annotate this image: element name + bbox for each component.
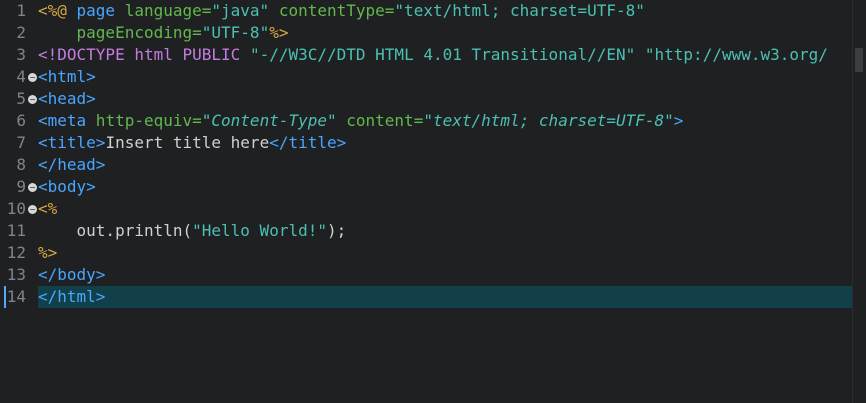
code-token: <%@ <box>38 1 77 20</box>
code-token: <body> <box>38 177 96 196</box>
code-token: "java" <box>211 1 270 20</box>
code-line[interactable]: %> <box>38 242 57 264</box>
line-number: 10 <box>6 199 26 218</box>
code-token: <% <box>38 199 58 218</box>
code-line[interactable]: <meta http-equiv="Content-Type" content=… <box>38 110 683 132</box>
code-line[interactable]: <!DOCTYPE html PUBLIC "-//W3C//DTD HTML … <box>38 44 828 66</box>
code-token: "text/html; charset=UTF-8" <box>394 1 645 20</box>
code-token: "UTF-8" <box>201 23 270 42</box>
line-number: 4 <box>16 67 26 86</box>
code-token: <head> <box>38 89 96 108</box>
code-line[interactable]: pageEncoding="UTF-8"%> <box>38 22 289 44</box>
line-number: 12 <box>6 243 26 262</box>
fold-toggle-icon[interactable]: − <box>28 95 37 104</box>
code-line[interactable]: <head> <box>38 88 96 110</box>
code-token: <html> <box>38 67 96 86</box>
code-token: <meta <box>38 111 87 130</box>
code-token: page <box>76 1 116 20</box>
code-token: </head> <box>38 155 106 174</box>
code-line[interactable]: <body> <box>38 176 96 198</box>
code-token: "-//W3C//DTD HTML 4.01 Transitional//EN" <box>249 45 636 64</box>
code-token: out.println( <box>38 221 193 240</box>
caret <box>4 286 6 308</box>
line-number: 6 <box>16 111 26 130</box>
line-number: 2 <box>16 23 26 42</box>
code-token: "Content-Type" <box>201 111 337 130</box>
line-number: 11 <box>6 221 26 240</box>
fold-toggle-icon[interactable]: − <box>28 73 37 82</box>
code-line[interactable]: <title>Insert title here</title> <box>38 132 346 154</box>
code-line[interactable]: </body> <box>38 264 105 286</box>
code-line[interactable]: out.println("Hello World!"); <box>38 220 347 242</box>
line-number: 13 <box>6 265 26 284</box>
line-number: 3 <box>16 45 26 64</box>
code-token: <title> <box>38 133 106 152</box>
code-token: %> <box>269 23 289 42</box>
code-line[interactable]: </head> <box>38 154 105 176</box>
code-token: pageEncoding= <box>38 23 202 42</box>
code-token: "Hello World!" <box>192 221 327 240</box>
code-token: content= <box>336 111 424 130</box>
code-line[interactable]: </html> <box>38 286 105 308</box>
fold-toggle-icon[interactable]: − <box>28 205 37 214</box>
code-editor[interactable]: 1 2 3 4−5−6 7 8 9−10−11 12 13 14 <%@ page languag… <box>0 0 866 403</box>
code-token: </html> <box>38 287 106 306</box>
code-text-area[interactable]: <%@ page language="java" contentType="te… <box>38 0 853 403</box>
line-number: 1 <box>16 1 26 20</box>
code-token: "text/html; charset=UTF-8" <box>423 111 674 130</box>
code-token: http-equiv= <box>86 111 202 130</box>
line-number: 5 <box>16 89 26 108</box>
code-token: %> <box>38 243 58 262</box>
vertical-scrollbar[interactable] <box>852 0 866 403</box>
code-token: </title> <box>269 133 347 152</box>
code-token: html <box>134 45 183 64</box>
line-number: 9 <box>16 177 26 196</box>
fold-toggle-icon[interactable]: − <box>28 183 37 192</box>
code-token: Insert title here <box>105 133 270 152</box>
code-token: language= <box>115 1 212 20</box>
line-number-gutter: 1 2 3 4−5−6 7 8 9−10−11 12 13 14 <box>0 0 38 403</box>
code-token: "http://www.w3.org/ <box>644 45 828 64</box>
line-number: 8 <box>16 155 26 174</box>
code-line[interactable]: <%@ page language="java" contentType="te… <box>38 0 645 22</box>
code-line[interactable]: <html> <box>38 66 96 88</box>
code-token: PUBLIC <box>182 45 250 64</box>
code-token: <!DOCTYPE <box>38 45 135 64</box>
code-token: </body> <box>38 265 106 284</box>
code-line[interactable]: <% <box>38 198 57 220</box>
scrollbar-thumb[interactable] <box>855 48 863 72</box>
code-token: > <box>673 111 684 130</box>
code-token: contentType= <box>269 1 395 20</box>
code-token: ); <box>326 221 347 240</box>
line-number: 7 <box>16 133 26 152</box>
